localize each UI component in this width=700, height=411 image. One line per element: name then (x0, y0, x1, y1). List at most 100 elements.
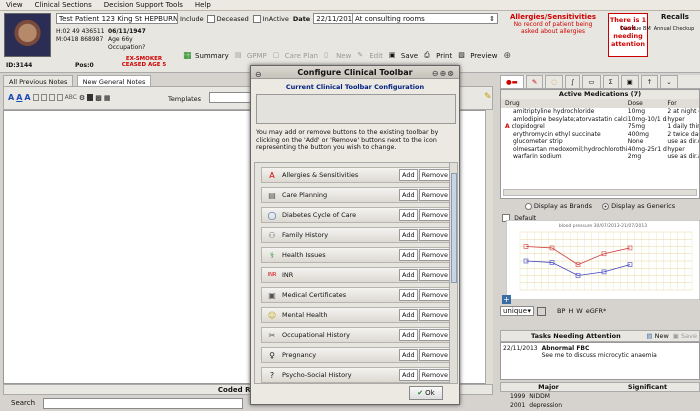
calculator-icon[interactable]: ▦ (104, 94, 111, 102)
remove-button[interactable]: Remove (418, 209, 451, 221)
tab-notes-icon[interactable]: ▭ (582, 75, 601, 88)
tab-results-icon[interactable]: ◌ (545, 75, 563, 88)
location-select[interactable]: At consulting rooms ⇕ (352, 13, 498, 24)
new-button[interactable]: ▯ New (321, 50, 354, 62)
settings-icon[interactable]: ⚙ (79, 94, 85, 102)
print-button[interactable]: ⎙ Print (421, 50, 455, 62)
remove-button[interactable]: Remove (418, 169, 451, 181)
remove-button[interactable]: Remove (418, 309, 451, 321)
medication-row[interactable]: olmesartan medoxomil;hydrochlorothiazide… (501, 146, 699, 154)
remove-button[interactable]: Remove (418, 189, 451, 201)
spin-icon: ⇕ (489, 15, 495, 23)
medication-row[interactable]: erythromycin ethyl succinate 400mg 2 twice… (501, 131, 699, 139)
edit-button[interactable]: ✎ Edit (354, 50, 386, 62)
font-size-icon[interactable]: A (8, 93, 14, 102)
remove-button[interactable]: Remove (418, 269, 451, 281)
display-generics-radio[interactable]: Display as Generics (602, 202, 675, 210)
tab-pen-icon[interactable]: ✎ (525, 75, 544, 88)
scroll-thumb[interactable] (451, 173, 457, 283)
tab-sum-icon[interactable]: Σ (602, 75, 619, 88)
medication-row[interactable]: amitriptyline hydrochloride 10mg 2 at nigh… (501, 108, 699, 116)
align-center-icon[interactable] (40, 94, 47, 101)
med-col-for: For (667, 100, 677, 107)
add-button[interactable]: Add (399, 289, 418, 301)
brush-icon[interactable]: ✎ (484, 92, 492, 102)
care-plan-button[interactable]: ▢ Care Plan (270, 50, 321, 62)
medication-row[interactable]: amlodipine besylate;atorvastatin calcium… (501, 116, 699, 124)
patient-name-select[interactable]: Test Patient 123 King St HEPBURN▾ (56, 13, 178, 24)
medication-row[interactable]: Aclopidogrel 75mg 1 daily thin th (501, 123, 699, 131)
add-button[interactable]: Add (399, 329, 418, 341)
remove-button[interactable]: Remove (418, 229, 451, 241)
task-row[interactable]: 22/11/2013 Abnormal FBC See me to discus… (501, 343, 699, 361)
templates-select[interactable] (209, 92, 254, 103)
medication-row[interactable]: glucometer strip None use as dir.diabet (501, 138, 699, 146)
ok-button[interactable]: ✔ Ok (409, 386, 443, 400)
calendar-icon[interactable] (537, 306, 546, 316)
font-color-icon[interactable]: A (16, 93, 22, 102)
menu-clinical-sections[interactable]: Clinical Sections (29, 1, 98, 9)
add-observation-icon[interactable]: + (502, 295, 511, 304)
medications-hscrollbar[interactable] (503, 189, 697, 196)
tab-stethoscope-icon[interactable]: ∫ (564, 75, 581, 88)
image-icon[interactable]: ▩ (95, 94, 102, 102)
remove-button[interactable]: Remove (418, 329, 451, 341)
task-alert[interactable]: There is 1 task needing attention (608, 13, 648, 57)
add-button[interactable]: Add (399, 209, 418, 221)
add-button[interactable]: Add (399, 349, 418, 361)
add-button[interactable]: Add (399, 229, 418, 241)
align-right-icon[interactable] (48, 94, 55, 101)
menu-view[interactable]: View (0, 1, 29, 9)
med-for: 2 at night chronic (667, 108, 699, 115)
minimize-icon[interactable]: ⊖ (432, 69, 440, 78)
remove-button[interactable]: Remove (418, 369, 451, 381)
spellcheck-icon[interactable]: ABC (65, 94, 77, 101)
display-brands-radio[interactable]: Display as Brands (524, 202, 592, 210)
align-left-icon[interactable] (32, 94, 39, 101)
add-button[interactable]: Add (399, 189, 418, 201)
inactive-checkbox[interactable] (252, 14, 261, 23)
menu-help[interactable]: Help (189, 1, 217, 9)
add-button[interactable]: Add (399, 169, 418, 181)
remove-button[interactable]: Remove (418, 289, 451, 301)
unique-select[interactable]: unique ▾ (500, 306, 534, 316)
list-icon[interactable] (56, 94, 63, 101)
font-face-icon[interactable]: A (24, 93, 30, 102)
add-button[interactable]: Add (399, 369, 418, 381)
deceased-checkbox[interactable] (206, 14, 215, 23)
tab-arrow-icon[interactable]: ↑ (640, 75, 659, 88)
search-label: Search (11, 399, 36, 407)
add-button[interactable]: Add (399, 269, 418, 281)
history-row[interactable]: 2001 depression (500, 401, 595, 410)
save-task-button[interactable]: ▣ Save (673, 332, 697, 340)
remove-button[interactable]: Remove (418, 249, 451, 261)
record-icon[interactable] (87, 94, 94, 101)
medication-row[interactable]: warfarin sodium 2mg use as dir.atrial (501, 153, 699, 161)
recalls-box[interactable]: Recalls Overdue BM Annual Checkup (620, 13, 700, 32)
items-scrollbar[interactable] (449, 163, 457, 383)
gpmp-button[interactable]: ▤ GPMP (232, 50, 270, 62)
more-button[interactable]: ⊕ (500, 50, 514, 62)
add-button[interactable]: Add (399, 249, 418, 261)
tab-medications-icon[interactable]: ●▬ (500, 75, 524, 88)
history-row[interactable]: 1999 NIDDM (500, 392, 595, 401)
notes-scrollbar[interactable] (485, 110, 493, 384)
menu-decision-support[interactable]: Decision Support Tools (98, 1, 189, 9)
preview-label: Preview (470, 52, 498, 60)
search-input[interactable] (43, 397, 244, 409)
summary-button[interactable]: ▦ Summary (180, 50, 232, 62)
dialog-menu-icon[interactable]: ⊖ (255, 68, 262, 81)
new-task-button[interactable]: ▤ New (646, 332, 668, 340)
family-icon: ⚇ (268, 230, 276, 240)
add-button[interactable]: Add (399, 309, 418, 321)
save-label: Save (400, 52, 419, 60)
tab-chevron-down-icon[interactable]: ⌄ (660, 75, 678, 88)
preview-button[interactable]: ▧ Preview (455, 50, 500, 62)
med-drug: amitriptyline hydrochloride (513, 108, 595, 115)
remove-button[interactable]: Remove (418, 349, 451, 361)
allergies-box[interactable]: Allergies/Sensitivities No record of pat… (501, 13, 605, 57)
close-icon[interactable]: ⊗ (447, 69, 455, 78)
dialog-subtitle: Current Clinical Toolbar Configuration (285, 83, 425, 91)
save-button[interactable]: ▣ Save (386, 50, 421, 62)
tab-monitor-icon[interactable]: ▣ (620, 75, 639, 88)
